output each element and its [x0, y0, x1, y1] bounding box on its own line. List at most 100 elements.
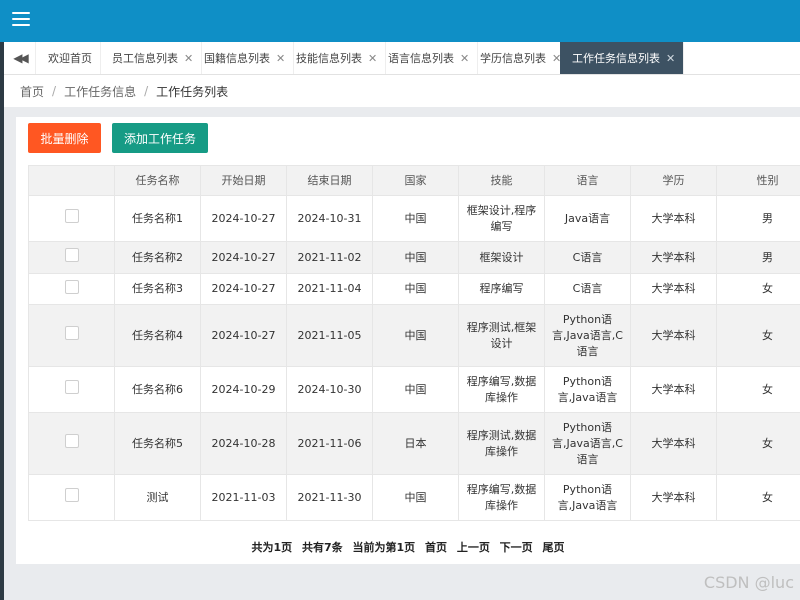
tab-skill-list[interactable]: 技能信息列表 ✕ — [284, 42, 387, 74]
pager-prev-link[interactable]: 上一页 — [457, 541, 490, 554]
cell-language: C语言 — [544, 241, 631, 274]
cell-country: 中国 — [372, 366, 459, 413]
tab-nationality-list[interactable]: 国籍信息列表 ✕ — [192, 42, 295, 74]
top-bar — [0, 0, 800, 42]
cell-country: 中国 — [372, 195, 459, 242]
table-row: 任务名称6 2024-10-29 2024-10-30 中国 程序编写,数据库操… — [28, 366, 800, 413]
pager-next-link[interactable]: 下一页 — [500, 541, 533, 554]
cell-start-date: 2024-10-27 — [200, 241, 287, 274]
header-end-date: 结束日期 — [286, 165, 373, 196]
cell-end-date: 2024-10-30 — [286, 366, 373, 413]
breadcrumb-separator: / — [144, 84, 149, 98]
cell-end-date: 2021-11-05 — [286, 304, 373, 367]
cell-end-date: 2024-10-31 — [286, 195, 373, 242]
checkbox-icon[interactable] — [64, 326, 79, 340]
cell-task-name: 任务名称1 — [114, 195, 201, 242]
cell-end-date: 2021-11-06 — [286, 412, 373, 475]
checkbox-icon[interactable] — [64, 380, 79, 394]
cell-start-date: 2024-10-28 — [200, 412, 287, 475]
row-checkbox-cell — [28, 195, 115, 242]
breadcrumb-current: 工作任务列表 — [156, 84, 229, 99]
row-checkbox-cell — [28, 474, 115, 521]
tab-employee-list[interactable]: 员工信息列表 ✕ — [100, 42, 203, 74]
cell-country: 中国 — [372, 273, 459, 305]
breadcrumb-task-info[interactable]: 工作任务信息 — [64, 83, 136, 100]
breadcrumb-home[interactable]: 首页 — [20, 83, 44, 100]
cell-skill: 程序编写,数据库操作 — [458, 366, 545, 413]
checkbox-icon[interactable] — [64, 488, 79, 502]
table-row: 测试 2021-11-03 2021-11-30 中国 程序编写,数据库操作 P… — [28, 474, 800, 521]
pager-current-page: 当前为第1页 — [352, 541, 416, 554]
cell-task-name: 任务名称4 — [114, 304, 201, 367]
cell-task-name: 任务名称2 — [114, 241, 201, 274]
cell-end-date: 2021-11-30 — [286, 474, 373, 521]
cell-language: Python语言,Java语言,C语言 — [544, 412, 631, 475]
cell-skill: 框架设计 — [458, 241, 545, 274]
close-icon[interactable]: ✕ — [666, 52, 675, 65]
cell-gender: 女 — [716, 304, 800, 367]
cell-language: Python语言,Java语言 — [544, 366, 631, 413]
cell-education: 大学本科 — [630, 412, 717, 475]
row-checkbox-cell — [28, 412, 115, 475]
pager-first-link[interactable]: 首页 — [425, 541, 447, 554]
cell-education: 大学本科 — [630, 474, 717, 521]
cell-skill: 程序编写,数据库操作 — [458, 474, 545, 521]
cell-start-date: 2021-11-03 — [200, 474, 287, 521]
cell-task-name: 任务名称6 — [114, 366, 201, 413]
tab-label: 语言信息列表 — [388, 52, 454, 65]
cell-skill: 框架设计,程序编写 — [458, 195, 545, 242]
breadcrumb: 首页 / 工作任务信息 / 工作任务列表 — [4, 75, 800, 107]
cell-start-date: 2024-10-29 — [200, 366, 287, 413]
add-task-button[interactable]: 添加工作任务 — [112, 123, 208, 153]
checkbox-icon[interactable] — [64, 279, 79, 294]
tab-label: 工作任务信息列表 — [572, 52, 660, 65]
cell-end-date: 2021-11-04 — [286, 273, 373, 305]
double-chevron-left-icon[interactable]: ◀◀ — [4, 42, 36, 74]
watermark: CSDN @luc — [703, 573, 794, 592]
tab-language-list[interactable]: 语言信息列表 ✕ — [376, 42, 479, 74]
tab-task-list[interactable]: 工作任务信息列表 ✕ — [560, 42, 685, 74]
cell-gender: 女 — [716, 474, 800, 521]
batch-delete-button[interactable]: 批量删除 — [28, 123, 101, 153]
tab-label: 学历信息列表 — [480, 52, 546, 65]
cell-language: Java语言 — [544, 195, 631, 242]
row-checkbox-cell — [28, 366, 115, 413]
header-task-name: 任务名称 — [114, 165, 201, 196]
cell-country: 中国 — [372, 304, 459, 367]
cell-education: 大学本科 — [630, 366, 717, 413]
cell-gender: 女 — [716, 273, 800, 305]
cell-language: Python语言,Java语言 — [544, 474, 631, 521]
cell-gender: 男 — [716, 241, 800, 274]
cell-start-date: 2024-10-27 — [200, 195, 287, 242]
cell-language: Python语言,Java语言,C语言 — [544, 304, 631, 367]
pager-last-link[interactable]: 尾页 — [543, 541, 565, 554]
tab-label: 欢迎首页 — [48, 52, 92, 65]
tab-welcome[interactable]: 欢迎首页 — [36, 42, 101, 74]
cell-education: 大学本科 — [630, 273, 717, 305]
table-row: 任务名称5 2024-10-28 2021-11-06 日本 程序测试,数据库操… — [28, 412, 800, 475]
pagination: 共为1页 共有7条 当前为第1页 首页 上一页 下一页 尾页 — [16, 539, 800, 555]
pager-total-records: 共有7条 — [301, 541, 343, 554]
tab-education-list[interactable]: 学历信息列表 ✕ — [468, 42, 571, 74]
breadcrumb-separator: / — [52, 84, 57, 98]
cell-start-date: 2024-10-27 — [200, 273, 287, 305]
cell-education: 大学本科 — [630, 195, 717, 242]
cell-gender: 女 — [716, 366, 800, 413]
cell-task-name: 任务名称3 — [114, 273, 201, 305]
header-education: 学历 — [630, 165, 717, 196]
cell-skill: 程序编写 — [458, 273, 545, 305]
header-skill: 技能 — [458, 165, 545, 196]
cell-gender: 男 — [716, 195, 800, 242]
table-row: 任务名称4 2024-10-27 2021-11-05 中国 程序测试,框架设计… — [28, 304, 800, 367]
header-checkbox-cell — [28, 165, 115, 196]
checkbox-icon[interactable] — [64, 434, 79, 448]
header-language: 语言 — [544, 165, 631, 196]
checkbox-icon[interactable] — [64, 209, 79, 223]
task-table: 任务名称 开始日期 结束日期 国家 技能 语言 学历 性别 任务名称1 2024… — [28, 165, 800, 521]
cell-country: 中国 — [372, 474, 459, 521]
hamburger-icon[interactable] — [12, 12, 30, 28]
cell-start-date: 2024-10-27 — [200, 304, 287, 367]
cell-skill: 程序测试,框架设计 — [458, 304, 545, 367]
checkbox-icon[interactable] — [64, 248, 79, 262]
row-checkbox-cell — [28, 273, 115, 305]
